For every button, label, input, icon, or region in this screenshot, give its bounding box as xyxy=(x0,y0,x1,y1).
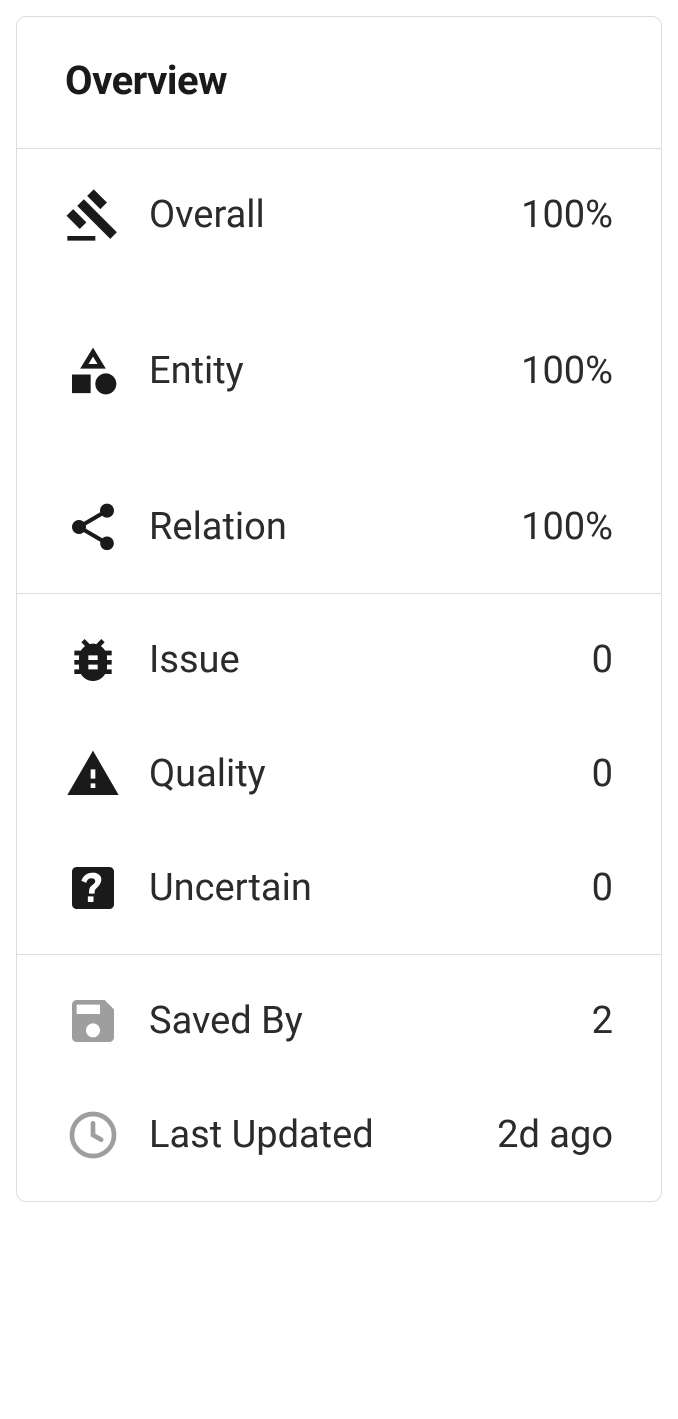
warning-icon xyxy=(65,746,121,802)
lastupdated-label: Last Updated xyxy=(149,1113,469,1157)
card-title: Overview xyxy=(65,57,613,104)
overall-label: Overall xyxy=(149,193,493,237)
quality-row: Quality 0 xyxy=(65,746,613,802)
savedby-row: Saved By 2 xyxy=(65,993,613,1049)
relation-label: Relation xyxy=(149,505,493,549)
shapes-icon xyxy=(65,343,121,399)
lastupdated-row: Last Updated 2d ago xyxy=(65,1107,613,1163)
share-icon xyxy=(65,499,121,555)
entity-label: Entity xyxy=(149,349,493,393)
gavel-icon xyxy=(65,187,121,243)
question-icon xyxy=(65,860,121,916)
counts-section: Issue 0 Quality 0 Uncertain 0 xyxy=(17,594,661,955)
issue-label: Issue xyxy=(149,638,564,682)
issue-row: Issue 0 xyxy=(65,632,613,688)
card-header: Overview xyxy=(17,17,661,149)
meta-section: Saved By 2 Last Updated 2d ago xyxy=(17,955,661,1201)
overall-value: 100% xyxy=(521,193,613,237)
overall-row: Overall 100% xyxy=(65,187,613,243)
lastupdated-value: 2d ago xyxy=(497,1113,613,1157)
quality-value: 0 xyxy=(592,752,613,796)
save-icon xyxy=(65,993,121,1049)
entity-row: Entity 100% xyxy=(65,343,613,399)
issue-value: 0 xyxy=(592,638,613,682)
bug-icon xyxy=(65,632,121,688)
uncertain-row: Uncertain 0 xyxy=(65,860,613,916)
uncertain-label: Uncertain xyxy=(149,866,564,910)
overview-card: Overview Overall 100% Entity 100% xyxy=(16,16,662,1202)
savedby-value: 2 xyxy=(592,999,613,1043)
entity-value: 100% xyxy=(521,349,613,393)
savedby-label: Saved By xyxy=(149,999,564,1043)
clock-icon xyxy=(65,1107,121,1163)
metrics-section: Overall 100% Entity 100% Relation 100% xyxy=(17,149,661,594)
relation-value: 100% xyxy=(521,505,613,549)
quality-label: Quality xyxy=(149,752,564,796)
uncertain-value: 0 xyxy=(592,866,613,910)
relation-row: Relation 100% xyxy=(65,499,613,555)
